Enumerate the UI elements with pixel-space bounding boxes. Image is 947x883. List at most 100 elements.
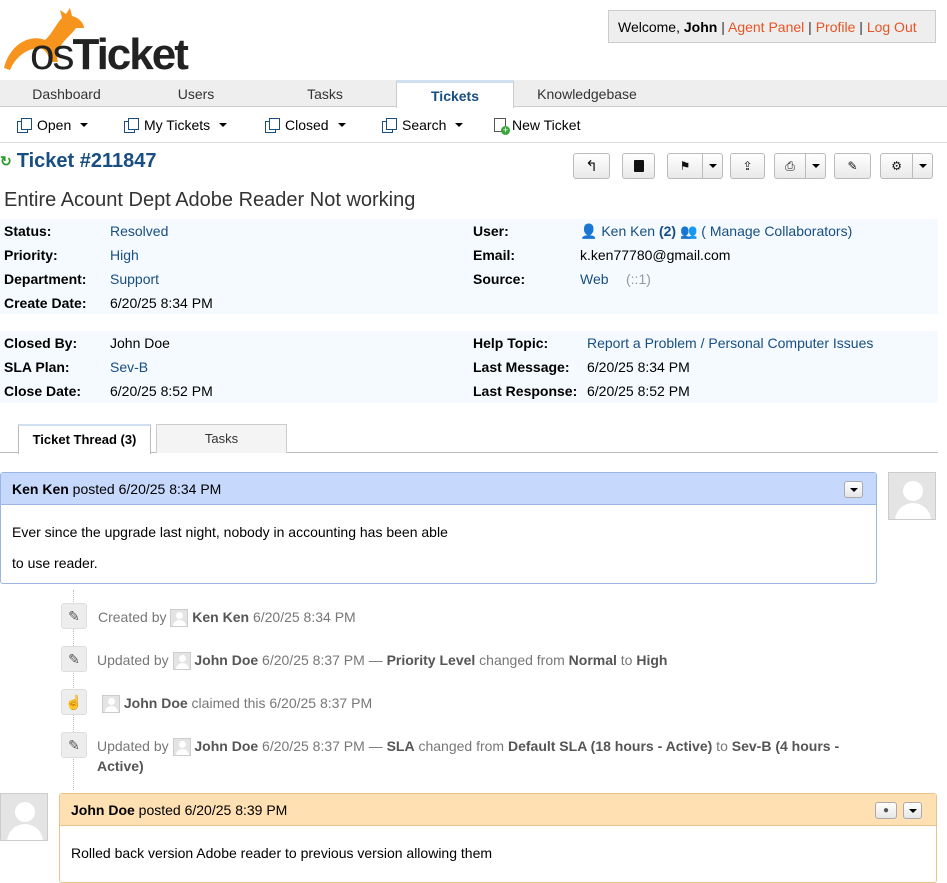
message-header: Ken Ken posted 6/20/25 8:34 PM <box>1 473 876 505</box>
tab-knowledgebase[interactable]: Knowledgebase <box>514 82 660 107</box>
event-time: 6/20/25 8:37 PM — <box>258 738 387 754</box>
message-line: to use reader. <box>12 555 98 571</box>
refresh-icon[interactable]: ↻ <box>0 153 12 170</box>
pencil-icon: ✎ <box>61 646 87 672</box>
user-button[interactable]: ● <box>875 802 897 819</box>
closed-menu[interactable]: Closed <box>265 117 346 133</box>
avatar <box>0 793 48 841</box>
ticket-number[interactable]: Ticket #211847 <box>17 150 157 173</box>
reply-icon: ↰ <box>585 158 598 175</box>
event-text: changed from <box>475 652 569 668</box>
message-time: posted 6/20/25 8:39 PM <box>134 802 288 818</box>
avatar <box>888 472 936 520</box>
tab-ticket-thread[interactable]: Ticket Thread (3) <box>18 424 151 454</box>
header: osTicket Welcome, John | Agent Panel | P… <box>0 0 947 79</box>
event-text: to <box>616 652 637 668</box>
my-tickets-menu[interactable]: My Tickets <box>124 117 228 133</box>
magic-wand-icon: ✎ <box>61 603 87 629</box>
edit-button[interactable]: ✎ <box>834 153 871 179</box>
avatar <box>170 609 189 628</box>
avatar <box>102 695 120 714</box>
tab-dashboard[interactable]: Dashboard <box>0 82 133 107</box>
sla-label: SLA Plan: <box>4 359 70 375</box>
new-ticket-link[interactable]: + New Ticket <box>494 117 580 135</box>
sla-value[interactable]: Sev-B <box>110 359 148 375</box>
caret-down-icon <box>908 808 917 813</box>
source-ip: (::1) <box>626 271 651 287</box>
event-text: Updated by <box>97 652 173 668</box>
event-field: SLA <box>386 738 415 754</box>
current-user: John <box>683 19 718 35</box>
logout-link[interactable]: Log Out <box>867 19 917 35</box>
status-label: Status: <box>4 223 52 239</box>
transfer-button[interactable]: ⇪ <box>730 153 765 179</box>
thread-tabs: Ticket Thread (3) Tasks <box>0 420 938 454</box>
last-response-value: 6/20/25 8:52 PM <box>587 383 690 399</box>
user-info-box: Welcome, John | Agent Panel | Profile | … <box>608 10 936 43</box>
event-text: Updated by <box>97 738 173 754</box>
tickets-icon <box>382 118 397 133</box>
open-label: Open <box>37 117 72 133</box>
group-icon: 👥 <box>679 223 698 239</box>
event-user: Ken Ken <box>192 609 250 625</box>
caret-down-icon <box>811 164 820 168</box>
pencil-icon: ✎ <box>61 732 87 758</box>
message-line: Ever since the upgrade last night, nobod… <box>12 524 448 540</box>
status-value[interactable]: Resolved <box>110 223 168 239</box>
last-response-label: Last Response: <box>473 383 578 399</box>
last-message-value: 6/20/25 8:34 PM <box>587 359 690 375</box>
thread-event-sla: Updated by John Doe 6/20/25 8:37 PM — SL… <box>97 736 887 776</box>
thread-message-client: Ken Ken posted 6/20/25 8:34 PM Ever sinc… <box>0 472 877 584</box>
post-note-button[interactable] <box>622 153 655 179</box>
my-tickets-label: My Tickets <box>144 117 211 133</box>
event-field: Priority Level <box>386 652 476 668</box>
tab-users[interactable]: Users <box>133 82 259 107</box>
event-to: High <box>636 652 668 668</box>
event-time: 6/20/25 8:37 PM — <box>258 652 387 668</box>
tickets-icon <box>265 118 280 133</box>
event-text: changed from <box>414 738 508 754</box>
search-menu[interactable]: Search <box>382 117 464 133</box>
user-icon: ● <box>882 805 890 816</box>
agent-panel-link[interactable]: Agent Panel <box>728 19 804 35</box>
share-icon: ⇪ <box>742 159 753 173</box>
logo[interactable]: osTicket <box>0 4 200 79</box>
thread-event-created: Created by Ken Ken 6/20/25 8:34 PM <box>98 607 356 628</box>
thread-event-priority: Updated by John Doe 6/20/25 8:37 PM — Pr… <box>97 650 668 671</box>
print-menu[interactable]: ⎙ <box>774 153 826 179</box>
help-topic-value[interactable]: Report a Problem / Personal Computer Iss… <box>587 335 873 351</box>
reply-button[interactable]: ↰ <box>573 153 610 179</box>
edit-icon: ✎ <box>847 159 858 173</box>
event-user: John Doe <box>123 695 188 711</box>
user-link[interactable]: Ken Ken <box>601 223 655 239</box>
caret-down-icon <box>918 164 927 168</box>
tab-tickets[interactable]: Tickets <box>396 80 514 108</box>
tickets-icon <box>17 118 32 133</box>
priority-value[interactable]: High <box>110 247 139 263</box>
department-value[interactable]: Support <box>110 271 159 287</box>
message-author: John Doe <box>71 802 135 818</box>
source-value[interactable]: Web <box>580 271 609 287</box>
message-options-button[interactable] <box>844 481 863 498</box>
email-label: Email: <box>473 247 516 263</box>
message-time: posted 6/20/25 8:34 PM <box>68 481 222 497</box>
priority-label: Priority: <box>4 247 58 263</box>
message-body: Rolled back version Adobe reader to prev… <box>60 826 936 881</box>
caret-down-icon <box>708 164 717 168</box>
manage-collaborators-link[interactable]: ( Manage Collaborators) <box>701 223 852 239</box>
more-menu[interactable]: ⚙ <box>880 153 933 179</box>
message-body: Ever since the upgrade last night, nobod… <box>1 505 876 591</box>
ticket-info-1: Status: Resolved Priority: High Departme… <box>0 219 938 314</box>
caret-down-icon <box>455 123 464 127</box>
open-menu[interactable]: Open <box>17 117 89 133</box>
profile-link[interactable]: Profile <box>816 19 856 35</box>
avatar <box>172 738 191 757</box>
caret-down-icon <box>337 123 346 127</box>
create-date-label: Create Date: <box>4 295 87 311</box>
message-options-button[interactable] <box>903 802 922 819</box>
email-value: k.ken77780@gmail.com <box>580 247 731 263</box>
tab-tasks[interactable]: Tasks <box>156 424 287 453</box>
tab-tasks[interactable]: Tasks <box>259 82 391 107</box>
flag-menu[interactable]: ⚑ <box>667 153 723 179</box>
new-ticket-icon: + <box>494 118 510 135</box>
